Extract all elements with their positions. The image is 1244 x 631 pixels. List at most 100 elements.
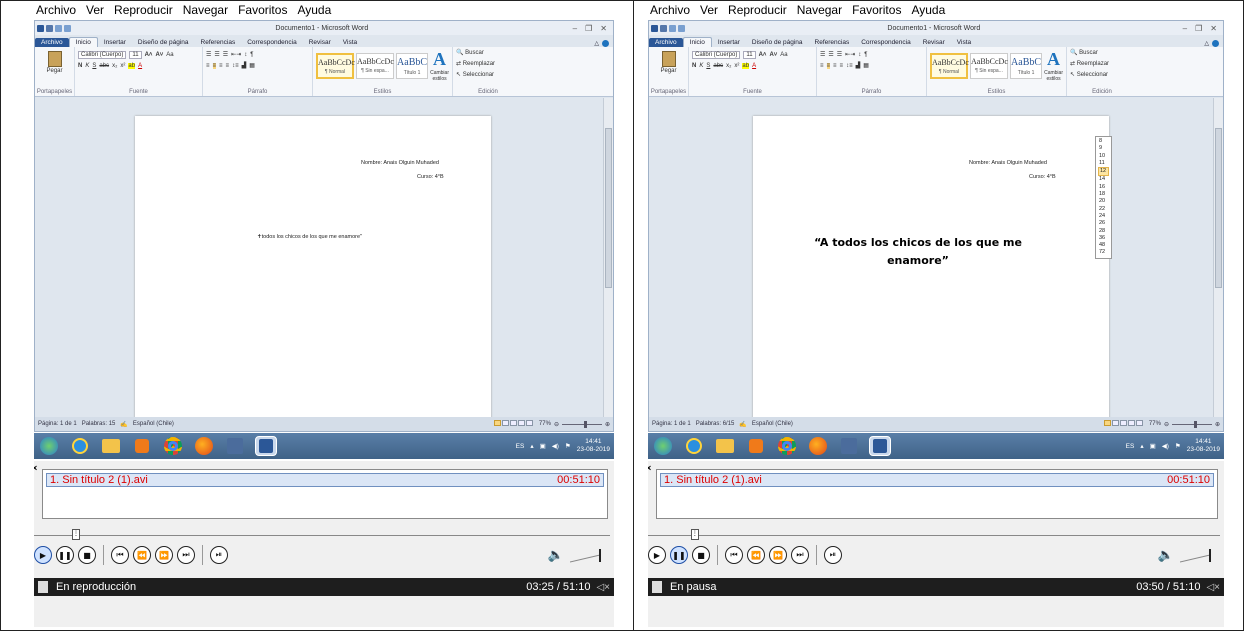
- word-count[interactable]: Palabras: 6/15: [696, 421, 735, 427]
- tab-referencias[interactable]: Referencias: [809, 38, 856, 47]
- help-icon[interactable]: [602, 40, 609, 47]
- close-icon[interactable]: ✕: [600, 24, 607, 33]
- tab-vista[interactable]: Vista: [337, 38, 363, 47]
- frame-step-button[interactable]: ⏯: [210, 546, 228, 564]
- volume-icon[interactable]: 🔈: [548, 547, 564, 563]
- mute-icon[interactable]: ◁×: [1206, 582, 1220, 593]
- view-buttons[interactable]: [1103, 420, 1144, 428]
- word-count[interactable]: Palabras: 15: [82, 421, 116, 427]
- flag-icon[interactable]: ⚑: [565, 442, 571, 450]
- zoom-out-icon[interactable]: ⊖: [1164, 421, 1169, 428]
- font-size-option[interactable]: 12: [1098, 167, 1109, 177]
- font-size-option[interactable]: 28: [1098, 228, 1109, 235]
- rewind-button[interactable]: ⏪: [133, 546, 151, 564]
- flag-icon[interactable]: ⚑: [1175, 442, 1181, 450]
- word-taskbar-icon[interactable]: [255, 436, 277, 456]
- font-size-option[interactable]: 8: [1098, 138, 1109, 145]
- shrink-font-icon[interactable]: A˅: [769, 52, 777, 58]
- start-orb-icon[interactable]: [38, 436, 60, 456]
- redo-icon[interactable]: [64, 24, 71, 32]
- playlist-item[interactable]: 1. Sin título 2 (1).avi 00:51:10: [46, 473, 604, 487]
- grow-font-icon[interactable]: A˄: [145, 52, 153, 58]
- find-button[interactable]: 🔍 Buscar: [456, 49, 520, 60]
- view-buttons[interactable]: [493, 420, 534, 428]
- zoom-out-icon[interactable]: ⊖: [554, 421, 559, 428]
- line-spacing-icon[interactable]: ↕≡: [846, 63, 853, 69]
- next-button[interactable]: ⏭: [791, 546, 809, 564]
- menu-archivo[interactable]: Archivo: [650, 3, 690, 17]
- menu-ver[interactable]: Ver: [86, 3, 104, 17]
- mute-icon[interactable]: ◁×: [596, 582, 610, 593]
- style-normal[interactable]: AaBbCcDc ¶ Normal: [316, 52, 355, 79]
- clock[interactable]: 14:41 23-08-2019: [1187, 438, 1220, 454]
- previous-button[interactable]: ⏮: [725, 546, 743, 564]
- font-size-dropdown[interactable]: 8 9 10 11 12 14 16 18 20 22 24 26 28 36 48 72: [1095, 136, 1112, 259]
- play-button[interactable]: ▶: [34, 546, 52, 564]
- file-explorer-icon[interactable]: [714, 436, 736, 456]
- change-styles-button[interactable]: A Cambiar estilos: [1044, 49, 1063, 82]
- tab-revisar[interactable]: Revisar: [303, 38, 337, 47]
- volume-control[interactable]: 🔈: [1158, 547, 1216, 563]
- zoom-level[interactable]: 77%: [539, 421, 551, 427]
- font-size-option[interactable]: 16: [1098, 184, 1109, 191]
- close-icon[interactable]: ✕: [1210, 24, 1217, 33]
- tab-referencias[interactable]: Referencias: [195, 38, 242, 47]
- tab-revisar[interactable]: Revisar: [917, 38, 951, 47]
- tray-language[interactable]: ES: [1126, 443, 1135, 450]
- font-size-option[interactable]: 22: [1098, 206, 1109, 213]
- rewind-button[interactable]: ⏪: [747, 546, 765, 564]
- media-player-icon[interactable]: [131, 436, 153, 456]
- pilcrow-icon[interactable]: ¶: [250, 52, 253, 58]
- strikethrough-icon[interactable]: abc: [713, 63, 723, 69]
- border-icon[interactable]: ▦: [863, 62, 869, 69]
- volume-slider[interactable]: [1180, 547, 1216, 563]
- replace-button[interactable]: ⇄ Reemplazar: [456, 60, 520, 71]
- font-name-box[interactable]: Calibri (Cuerpo): [692, 50, 741, 59]
- play-button[interactable]: ▶: [648, 546, 666, 564]
- zoom-level[interactable]: 77%: [1149, 421, 1161, 427]
- tab-diseno[interactable]: Diseño de página: [746, 38, 809, 47]
- paste-label[interactable]: Pegar: [38, 68, 71, 74]
- find-button[interactable]: 🔍 Buscar: [1070, 49, 1134, 60]
- menu-ver[interactable]: Ver: [700, 3, 718, 17]
- shading-icon[interactable]: ▟: [242, 62, 247, 69]
- shading-icon[interactable]: ▟: [856, 62, 861, 69]
- font-size-option[interactable]: 9: [1098, 145, 1109, 152]
- playlist[interactable]: 1. Sin título 2 (1).avi 00:51:10: [42, 469, 608, 519]
- tab-inicio[interactable]: Inicio: [682, 37, 712, 47]
- document-page[interactable]: Nombre: Anais Olguin Muhaded Curso: 4°B …: [753, 116, 1109, 417]
- multilevel-icon[interactable]: ☰: [837, 51, 842, 58]
- align-right-icon[interactable]: ≡: [833, 63, 837, 69]
- indent-icon[interactable]: ⇤⇥: [845, 51, 855, 58]
- collapse-ribbon-icon[interactable]: △: [594, 40, 599, 47]
- menu-reproducir[interactable]: Reproducir: [728, 3, 787, 17]
- font-size-option[interactable]: 72: [1098, 249, 1109, 256]
- zoom-slider[interactable]: [1171, 420, 1212, 428]
- underline-icon[interactable]: S: [706, 63, 710, 69]
- file-explorer-icon[interactable]: [100, 436, 122, 456]
- minimize-icon[interactable]: –: [1183, 24, 1187, 33]
- multilevel-icon[interactable]: ☰: [223, 51, 228, 58]
- save-drive-icon[interactable]: [838, 436, 860, 456]
- zoom-in-icon[interactable]: ⊕: [1215, 421, 1220, 428]
- font-size-option[interactable]: 20: [1098, 198, 1109, 205]
- italic-icon[interactable]: K: [85, 63, 89, 69]
- frame-step-button[interactable]: ⏯: [824, 546, 842, 564]
- network-icon[interactable]: ▣: [1150, 442, 1156, 450]
- seek-bar[interactable]: ⋮: [648, 529, 1220, 540]
- scroll-thumb[interactable]: [1215, 128, 1222, 288]
- font-size-option[interactable]: 26: [1098, 220, 1109, 227]
- document-area[interactable]: Nombre: Anais Olguin Muhaded Curso: 4°B …: [35, 98, 603, 417]
- stop-button[interactable]: ■: [692, 546, 710, 564]
- sort-icon[interactable]: ↕: [244, 52, 247, 58]
- select-button[interactable]: ↖ Seleccionar: [1070, 71, 1134, 82]
- vertical-scrollbar[interactable]: [1213, 98, 1223, 417]
- word-taskbar-icon[interactable]: [869, 436, 891, 456]
- stop-button[interactable]: ■: [78, 546, 96, 564]
- italic-icon[interactable]: K: [699, 63, 703, 69]
- tab-insertar[interactable]: Insertar: [712, 38, 746, 47]
- proofing-icon[interactable]: ✍: [739, 421, 746, 428]
- menu-ayuda[interactable]: Ayuda: [297, 3, 331, 17]
- style-titulo-1[interactable]: AaBbC Título 1: [396, 52, 429, 79]
- clock[interactable]: 14:41 23-08-2019: [577, 438, 610, 454]
